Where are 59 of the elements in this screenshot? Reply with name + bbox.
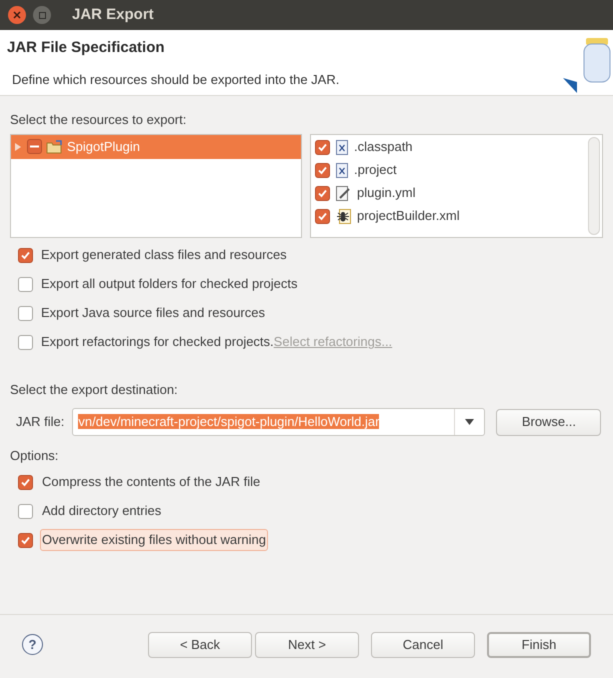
scrollbar[interactable] (588, 136, 600, 234)
file-item[interactable]: .classpath (315, 136, 586, 158)
checkbox[interactable] (18, 248, 33, 262)
checkmark-icon (317, 164, 328, 176)
section-label: Select the export destination: (10, 380, 179, 399)
checkbox[interactable] (18, 306, 33, 320)
close-button[interactable] (8, 6, 26, 24)
option-label[interactable]: Overwrite existing files without warning (40, 529, 268, 551)
dialog-button[interactable]: Next > (255, 632, 359, 658)
page-description: Define which resources should be exported into the JAR. (11, 70, 340, 89)
xml-file-icon (336, 140, 348, 154)
option-label[interactable]: Export generated class files and resources (41, 245, 287, 265)
help-button[interactable]: ? (22, 634, 43, 655)
dialog-button[interactable]: < Back (148, 632, 252, 658)
checkbox[interactable] (18, 276, 33, 292)
checkmark-icon (20, 476, 31, 488)
checkbox[interactable] (18, 334, 33, 350)
option-label[interactable]: Compress the contents of the JAR file (40, 471, 262, 493)
option-label[interactable]: Export all output folders for checked projects (41, 274, 298, 294)
checkbox[interactable] (18, 504, 33, 518)
dash-icon (30, 145, 39, 148)
dialog-button[interactable]: Cancel (371, 632, 475, 658)
checkmark-icon (317, 142, 328, 152)
dialog-button[interactable]: Finish (487, 632, 591, 658)
file-name: .classpath (354, 138, 413, 156)
window-title: JAR Export (72, 4, 154, 25)
project-folder-icon (46, 140, 63, 154)
field-label: JAR file: (16, 413, 64, 432)
checkbox[interactable] (18, 532, 33, 548)
option-label[interactable]: Export refactorings for checked projects. (41, 332, 274, 352)
checkbox[interactable] (315, 208, 330, 224)
checkmark-icon (20, 250, 31, 260)
checkbox[interactable] (27, 139, 42, 154)
xml-file-icon (336, 162, 348, 178)
file-item[interactable]: projectBuilder.xml (315, 204, 586, 228)
file-item[interactable]: .project (315, 158, 586, 182)
checkmark-icon (317, 210, 328, 222)
checkbox[interactable] (315, 140, 330, 154)
section-label: Options: (10, 447, 60, 465)
checkmark-icon (20, 534, 31, 546)
maximize-button[interactable] (33, 6, 51, 24)
file-name: .project (354, 161, 397, 180)
file-item[interactable]: plugin.yml (315, 182, 586, 204)
close-icon (13, 11, 21, 19)
file-name: plugin.yml (357, 184, 416, 202)
option-label[interactable]: Export Java source files and resources (41, 303, 265, 323)
option-label[interactable]: Add directory entries (40, 500, 164, 522)
checkbox[interactable] (315, 186, 330, 200)
jar-path-value: vn/dev/minecraft-project/spigot-plugin/HelloWorld.jar (78, 414, 380, 430)
dropdown-caret-icon (465, 419, 474, 425)
page-title: JAR File Specification (7, 38, 166, 58)
ant-file-icon (336, 208, 351, 224)
file-name: projectBuilder.xml (357, 207, 460, 226)
checkmark-icon (317, 188, 328, 198)
browse-button[interactable]: Browse... (496, 408, 602, 436)
text-file-pencil-icon (336, 186, 351, 200)
section-label: Select the resources to export: (10, 111, 188, 129)
checkbox[interactable] (315, 162, 330, 178)
checkbox[interactable] (18, 474, 33, 490)
